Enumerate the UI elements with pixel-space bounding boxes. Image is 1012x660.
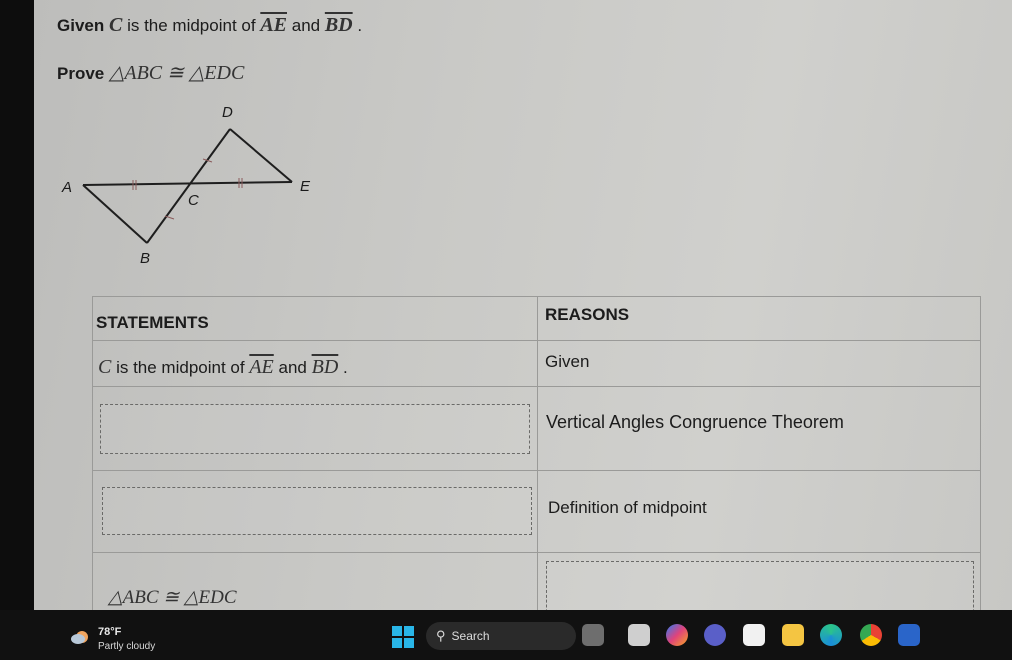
segment-ab-line [82, 184, 148, 244]
reason-row-3: Definition of midpoint [548, 498, 707, 517]
statement-point-c: C [98, 356, 112, 378]
copilot-icon[interactable] [666, 624, 688, 646]
triangle-diagram: A B C D E [61, 104, 311, 267]
windows-start-icon[interactable] [392, 626, 414, 648]
given-period: . [357, 16, 363, 35]
prove-label: Prove [57, 64, 105, 83]
statements-header: STATEMENTS [96, 313, 209, 332]
segment-ae: AE [260, 14, 287, 36]
segment-bd: BD [324, 14, 353, 36]
reason-row-1: Given [545, 352, 590, 371]
statement-drop-zone-2[interactable] [100, 404, 530, 454]
segment-de-line [229, 128, 293, 183]
partly-cloudy-icon[interactable] [70, 628, 92, 646]
given-label: Given [57, 16, 105, 35]
label-e: E [300, 178, 311, 195]
given-point: C [108, 14, 123, 36]
column-divider [537, 296, 538, 610]
weather-temperature[interactable]: 78°F [98, 626, 121, 638]
reason-row-2: Vertical Angles Congruence Theorem [546, 412, 844, 432]
statement-period: . [343, 358, 348, 377]
statement-drop-zone-3[interactable] [102, 487, 532, 535]
edge-icon[interactable] [820, 624, 842, 646]
row-divider [92, 386, 980, 387]
weather-condition[interactable]: Partly cloudy [98, 641, 155, 652]
prove-statement: △ABC ≅ △EDC [108, 62, 245, 84]
widgets-icon[interactable] [582, 624, 604, 646]
search-label: Search [451, 629, 490, 643]
search-icon: ⚲ [436, 628, 446, 643]
segment-bd-line [146, 128, 231, 244]
teams-icon[interactable] [704, 624, 726, 646]
table-header-divider [92, 340, 980, 341]
prove-line: Prove △ABC ≅ △EDC [57, 60, 244, 85]
statement-row-4: △ABC ≅ △EDC [108, 587, 237, 608]
file-explorer-icon[interactable] [782, 624, 804, 646]
label-a: A [61, 179, 72, 196]
chrome-icon[interactable] [860, 624, 882, 646]
taskbar-search[interactable]: ⚲ Search [426, 622, 576, 650]
table-left-border [92, 296, 93, 610]
label-c: C [188, 192, 199, 209]
given-text: is the midpoint of [127, 16, 256, 35]
row-divider [92, 552, 980, 553]
table-top-border [92, 296, 980, 297]
statement-segment-ae: AE [249, 356, 274, 378]
table-right-border [980, 296, 981, 610]
reasons-header: REASONS [545, 305, 630, 324]
word-icon[interactable] [898, 624, 920, 646]
statement-row-1: C is the midpoint of AE and BD . [98, 356, 348, 379]
label-d: D [222, 104, 233, 121]
statement-segment-bd: BD [311, 356, 339, 378]
file-icon[interactable] [628, 624, 650, 646]
row-divider [92, 470, 980, 471]
given-line: Given C is the midpoint of AE and BD . [57, 14, 362, 37]
label-b: B [140, 250, 150, 267]
statement-text: is the midpoint of [116, 358, 245, 377]
store-icon[interactable] [743, 624, 765, 646]
segment-ae-line [82, 181, 293, 186]
given-and: and [291, 16, 321, 35]
statement-and: and [278, 358, 307, 377]
